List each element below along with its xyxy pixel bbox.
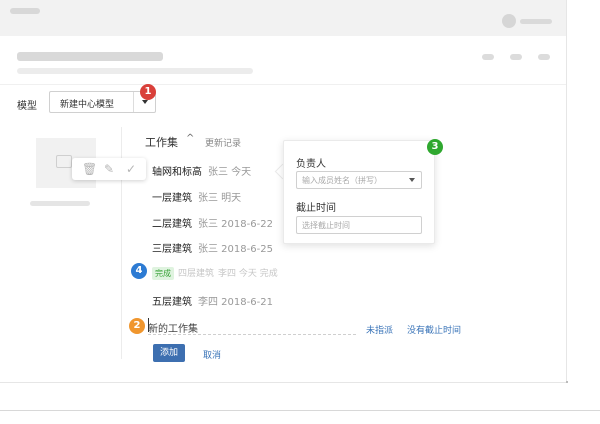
header-action-3[interactable] <box>538 54 550 60</box>
user-name-placeholder <box>520 19 552 24</box>
deadline-input[interactable]: 选择截止时间 <box>296 216 422 234</box>
chevron-up-icon[interactable]: ^ <box>186 133 194 144</box>
task-row[interactable]: 三层建筑 张三 2018-6-25 <box>152 240 273 255</box>
model-label: 模型 <box>17 101 37 112</box>
trash-icon[interactable]: 🗑 <box>82 162 97 176</box>
row-toolbar: 🗑 ✎ ✓ <box>72 158 146 180</box>
task-meta: 李四 今天 完成 <box>218 269 278 279</box>
step-badge-3: 3 <box>427 139 443 155</box>
corner-mark <box>566 381 568 383</box>
task-row[interactable]: 轴网和标高 张三 今天 <box>152 163 251 178</box>
deadline-placeholder: 选择截止时间 <box>302 221 350 230</box>
task-meta: 张三 2018-6-25 <box>198 244 273 255</box>
step-badge-2: 2 <box>129 318 145 334</box>
workset-title: 工作集 <box>145 136 178 149</box>
text-caret <box>148 318 149 332</box>
owner-label: 负责人 <box>296 159 326 170</box>
assign-popover: 负责人 输入成员姓名（拼写） 截止时间 选择截止时间 <box>283 140 435 244</box>
header-action-2[interactable] <box>510 54 522 60</box>
unassigned-link[interactable]: 未指派 <box>366 323 393 336</box>
task-row[interactable]: 五层建筑 李四 2018-6-21 <box>152 293 273 308</box>
deadline-label: 截止时间 <box>296 203 336 214</box>
pencil-icon[interactable]: ✎ <box>104 162 114 176</box>
update-log-link[interactable]: 更新记录 <box>205 136 241 149</box>
task-row-done[interactable]: 完成 四层建筑 李四 今天 完成 <box>152 266 278 280</box>
cancel-button[interactable]: 取消 <box>203 348 221 361</box>
page-title-placeholder <box>17 52 163 61</box>
top-bar-placeholder <box>10 8 40 14</box>
task-name: 五层建筑 <box>152 297 192 308</box>
task-meta: 张三 2018-6-22 <box>198 219 273 230</box>
page-subtitle-placeholder <box>17 68 253 74</box>
add-button[interactable]: 添加 <box>153 344 185 362</box>
task-meta: 张三 明天 <box>198 193 242 204</box>
header-action-1[interactable] <box>482 54 494 60</box>
model-select-value: 新建中心模型 <box>60 100 115 110</box>
task-name: 三层建筑 <box>152 244 192 255</box>
step-badge-4: 4 <box>131 263 147 279</box>
new-workset-input[interactable]: 新的工作集 <box>148 320 198 335</box>
task-meta: 李四 2018-6-21 <box>198 297 273 308</box>
status-badge: 完成 <box>152 267 174 280</box>
header-divider <box>0 84 566 85</box>
input-underline <box>148 334 356 335</box>
avatar[interactable] <box>502 14 516 28</box>
check-icon[interactable]: ✓ <box>126 162 136 176</box>
task-meta: 张三 今天 <box>208 167 252 178</box>
task-name: 一层建筑 <box>152 193 192 204</box>
bottom-divider <box>0 410 600 411</box>
step-badge-1: 1 <box>140 84 156 100</box>
chevron-down-icon[interactable] <box>409 178 415 182</box>
task-name: 轴网和标高 <box>152 167 202 178</box>
owner-select[interactable]: 输入成员姓名（拼写） <box>296 171 422 189</box>
task-row[interactable]: 一层建筑 张三 明天 <box>152 189 241 204</box>
owner-placeholder: 输入成员姓名（拼写） <box>302 176 382 185</box>
task-name: 二层建筑 <box>152 219 192 230</box>
task-row[interactable]: 二层建筑 张三 2018-6-22 <box>152 215 273 230</box>
app-frame: 模型 新建中心模型 1 工作集 ^ 更新记录 🗑 ✎ ✓ 轴网和标高 张三 今天 … <box>0 0 567 383</box>
image-icon <box>56 155 72 168</box>
select-divider <box>133 92 134 112</box>
no-deadline-link[interactable]: 没有截止时间 <box>407 323 461 336</box>
thumbnail-caption-placeholder <box>30 201 90 206</box>
chevron-down-icon[interactable] <box>142 100 148 104</box>
top-bar <box>0 0 566 36</box>
task-name: 四层建筑 <box>178 269 215 279</box>
